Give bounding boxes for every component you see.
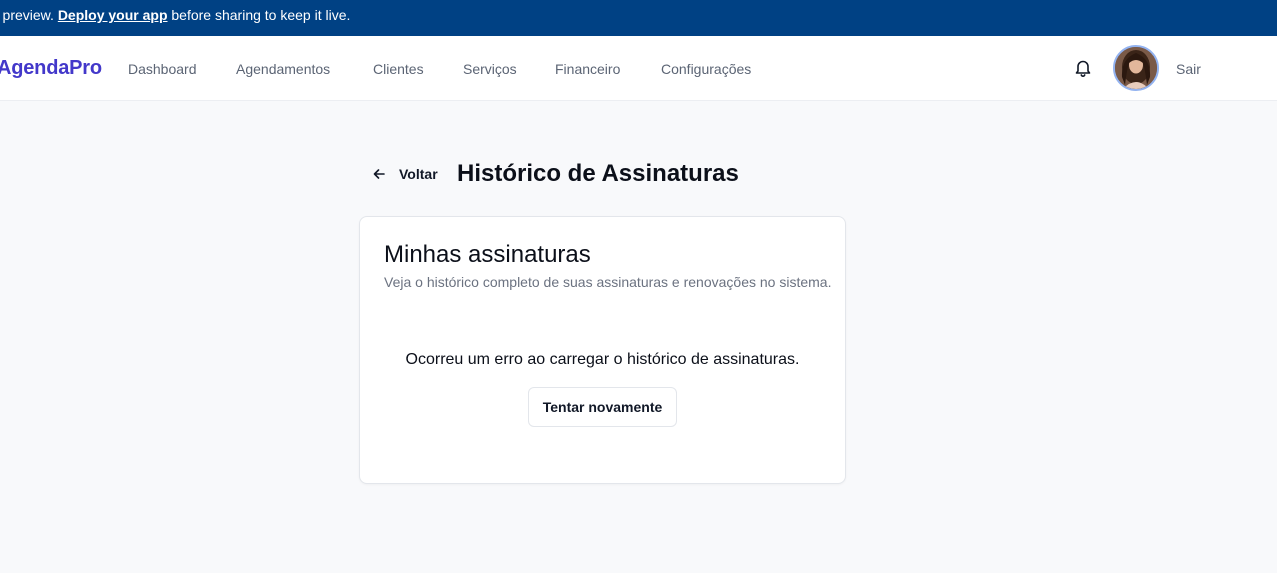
nav-item-agendamentos[interactable]: Agendamentos (236, 61, 330, 77)
banner-text-prefix: ry preview. (0, 7, 54, 23)
nav-item-dashboard[interactable]: Dashboard (128, 61, 197, 77)
nav-item-financeiro[interactable]: Financeiro (555, 61, 620, 77)
logout-button[interactable]: Sair (1176, 61, 1201, 77)
nav-item-configuracoes[interactable]: Configurações (661, 61, 751, 77)
card-subtitle: Veja o histórico completo de suas assina… (384, 274, 832, 290)
preview-banner: ry preview. Deploy your app before shari… (0, 0, 1277, 36)
back-button[interactable]: Voltar (372, 166, 438, 182)
error-message: Ocorreu um erro ao carregar o histórico … (405, 351, 800, 368)
retry-button[interactable]: Tentar novamente (528, 387, 677, 427)
brand-logo[interactable]: AgendaPro (0, 57, 102, 80)
page-title: Histórico de Assinaturas (457, 160, 739, 187)
arrow-left-icon (372, 167, 386, 181)
nav-item-clientes[interactable]: Clientes (373, 61, 424, 77)
user-avatar[interactable] (1113, 45, 1159, 91)
nav-item-servicos[interactable]: Serviços (463, 61, 517, 77)
banner-text-suffix: before sharing to keep it live. (167, 7, 351, 23)
subscriptions-card: Minhas assinaturas Veja o histórico comp… (359, 216, 846, 484)
card-title: Minhas assinaturas (384, 241, 591, 268)
back-button-label: Voltar (399, 166, 438, 182)
deploy-app-link[interactable]: Deploy your app (58, 7, 168, 23)
top-navigation: AgendaPro Dashboard Agendamentos Cliente… (0, 36, 1277, 101)
bell-icon[interactable] (1074, 58, 1092, 78)
